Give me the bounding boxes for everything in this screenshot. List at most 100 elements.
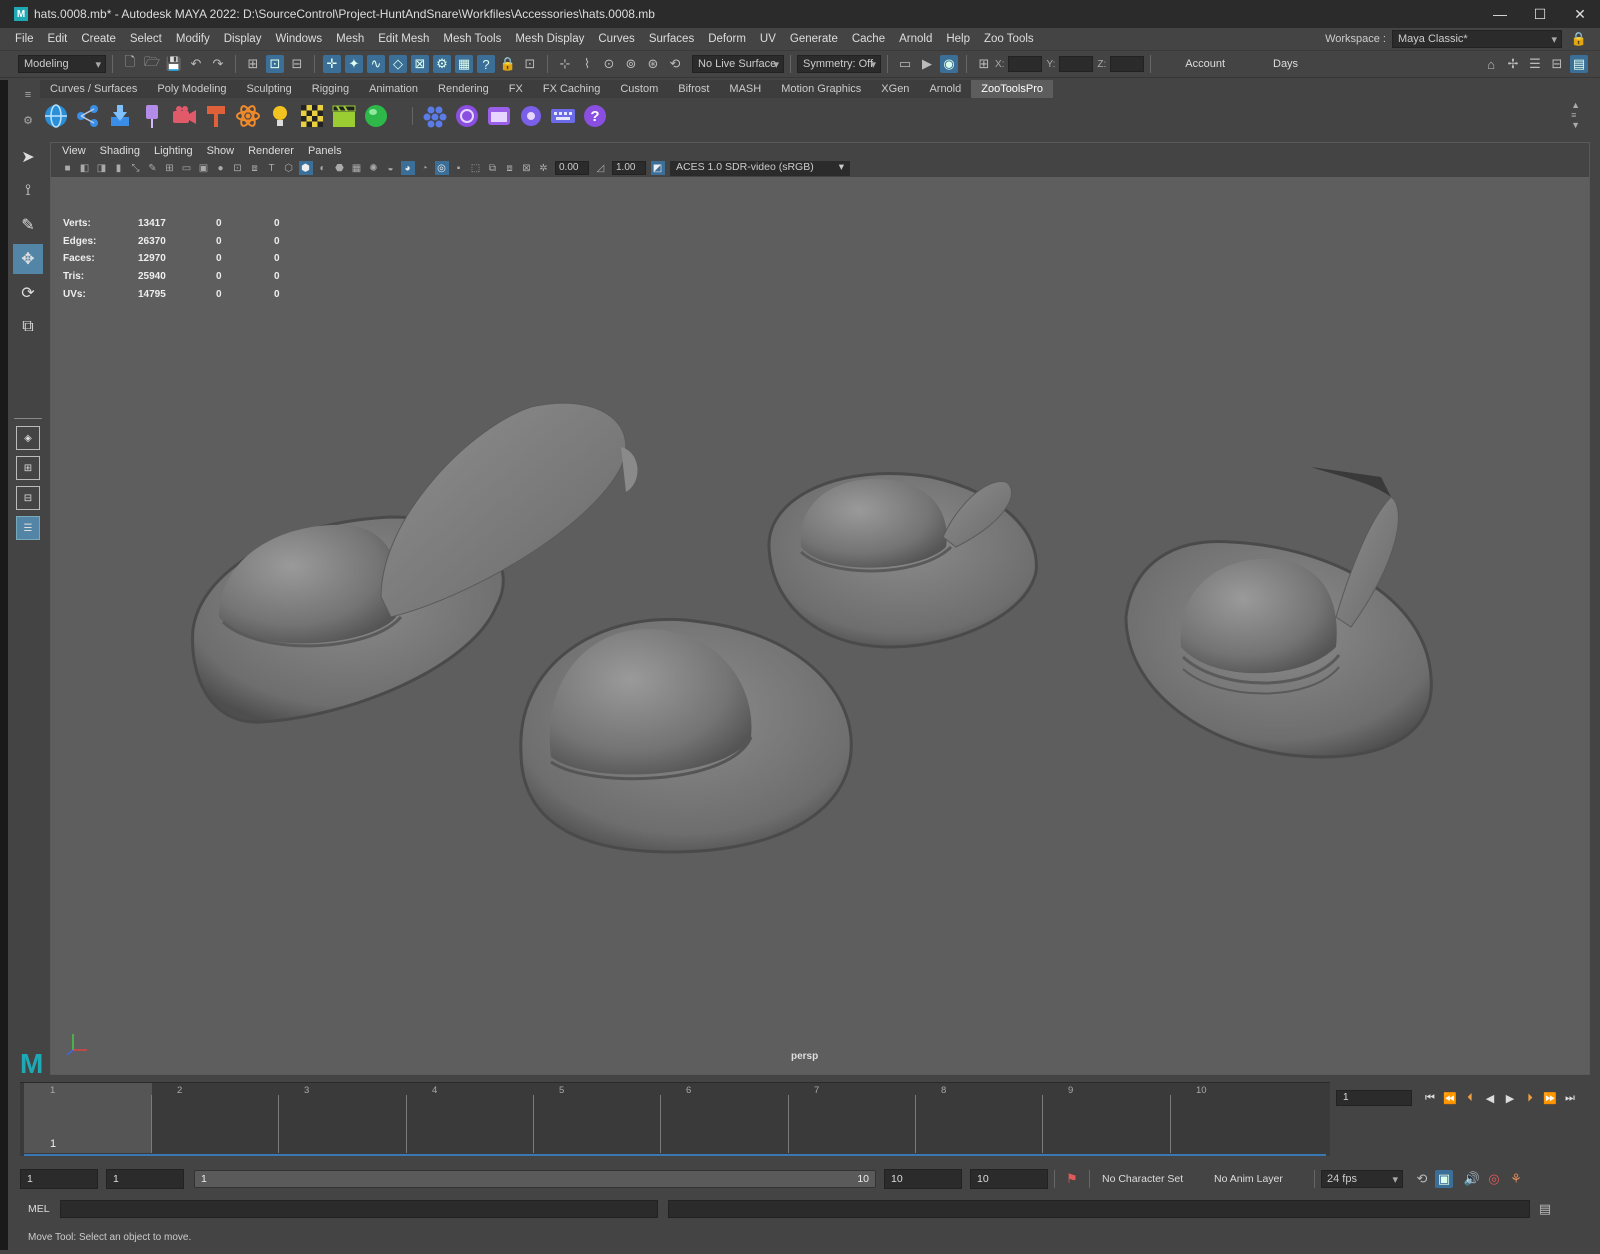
- menu-surfaces[interactable]: Surfaces: [642, 33, 701, 45]
- mask-handles-icon[interactable]: ✛: [323, 55, 341, 73]
- snap-view-plane-icon[interactable]: ⊚: [622, 55, 640, 73]
- swirl-icon[interactable]: [453, 102, 481, 130]
- minimize-button[interactable]: —: [1480, 0, 1520, 28]
- time-slider[interactable]: 1 2 3 4 5 6 7 8 9 10 1: [20, 1082, 1330, 1156]
- running-man-icon[interactable]: ⚘: [1507, 1170, 1525, 1188]
- menu-mesh-tools[interactable]: Mesh Tools: [436, 33, 508, 45]
- view-transform-dropdown[interactable]: ACES 1.0 SDR-video (sRGB): [670, 160, 850, 176]
- shelf-tab-fx-caching[interactable]: FX Caching: [532, 80, 611, 98]
- mask-rendering-icon[interactable]: ▦: [455, 55, 473, 73]
- play-forwards-icon[interactable]: ▶: [1500, 1090, 1520, 1106]
- menu-generate[interactable]: Generate: [783, 33, 845, 45]
- command-input[interactable]: [60, 1200, 658, 1218]
- highlight-selection-icon[interactable]: ⊡: [521, 55, 539, 73]
- grease-pencil-icon[interactable]: ✎: [146, 161, 160, 175]
- menu-cache[interactable]: Cache: [845, 33, 892, 45]
- mask-deformations-icon[interactable]: ⊠: [411, 55, 429, 73]
- shelf-tab-animation[interactable]: Animation: [359, 80, 429, 98]
- menu-modify[interactable]: Modify: [169, 33, 217, 45]
- script-editor-icon[interactable]: ▤: [1536, 1200, 1554, 1218]
- shelf-tab-custom[interactable]: Custom: [610, 80, 669, 98]
- menu-zoo-tools[interactable]: Zoo Tools: [977, 33, 1041, 45]
- symmetry-dropdown[interactable]: Symmetry: Off: [797, 55, 881, 73]
- hat-small-feather[interactable]: [767, 472, 1038, 649]
- menu-mesh[interactable]: Mesh: [329, 33, 371, 45]
- use-all-lights-icon[interactable]: ✺: [367, 161, 381, 175]
- go-to-start-icon[interactable]: ⏮: [1420, 1090, 1440, 1106]
- clapper-icon[interactable]: [330, 102, 358, 130]
- channel-box-icon[interactable]: ▤: [1570, 55, 1588, 73]
- shelf-tab-bifrost[interactable]: Bifrost: [668, 80, 720, 98]
- current-frame-field[interactable]: 1: [1336, 1090, 1412, 1106]
- shelf-tab-fx[interactable]: FX: [498, 80, 533, 98]
- go-to-end-icon[interactable]: ⏭: [1560, 1090, 1580, 1106]
- menu-uv[interactable]: UV: [753, 33, 783, 45]
- auto-key-icon[interactable]: ⚑: [1063, 1170, 1081, 1188]
- xray-components-icon[interactable]: ⊠: [520, 161, 534, 175]
- gamma-field[interactable]: 1.00: [612, 161, 646, 175]
- persp-viewport[interactable]: Verts: 13417 0 0 Edges: 26370 0 0 Faces:…: [51, 177, 1589, 1074]
- help-icon[interactable]: ?: [581, 102, 609, 130]
- pin-icon[interactable]: [138, 102, 166, 130]
- sound-icon[interactable]: 🔊: [1463, 1170, 1481, 1188]
- shelf-tab-xgen[interactable]: XGen: [871, 80, 920, 98]
- x-field[interactable]: [1008, 56, 1043, 72]
- cache-playback-icon[interactable]: ▣: [1435, 1170, 1453, 1188]
- depth-of-field-icon[interactable]: ▪: [452, 161, 466, 175]
- menu-select[interactable]: Select: [123, 33, 169, 45]
- four-view-layout-icon[interactable]: ⊞: [16, 456, 40, 480]
- hammer-icon[interactable]: [202, 102, 230, 130]
- anim-layer-dropdown[interactable]: No Anim Layer: [1208, 1173, 1308, 1185]
- playback-end-field[interactable]: 10: [884, 1169, 962, 1189]
- character-controls-icon[interactable]: ✢: [1504, 55, 1522, 73]
- step-back-key-icon[interactable]: ⏪: [1440, 1090, 1460, 1106]
- shelf-tab-motion-graphics[interactable]: Motion Graphics: [771, 80, 872, 98]
- paint-select-icon[interactable]: ✎: [13, 210, 43, 240]
- safe-title-icon[interactable]: T: [265, 161, 279, 175]
- ipr-render-icon[interactable]: ◉: [940, 55, 958, 73]
- save-scene-icon[interactable]: 💾: [165, 55, 183, 73]
- camera-icon[interactable]: [170, 102, 198, 130]
- make-live-icon[interactable]: ⟲: [666, 55, 684, 73]
- panel-menu-lighting[interactable]: Lighting: [147, 145, 200, 157]
- shelf-tab-rigging[interactable]: Rigging: [301, 80, 360, 98]
- atom-icon[interactable]: [234, 102, 262, 130]
- close-button[interactable]: ✕: [1560, 0, 1600, 28]
- snap-curve-icon[interactable]: ⌇: [578, 55, 596, 73]
- sphere-icon[interactable]: [362, 102, 390, 130]
- outliner-layout-icon[interactable]: ☰: [16, 516, 40, 540]
- shelf-tab-sculpting[interactable]: Sculpting: [236, 80, 302, 98]
- menu-curves[interactable]: Curves: [591, 33, 641, 45]
- resolution-gate-icon[interactable]: ▣: [197, 161, 211, 175]
- wireframe-on-shaded-icon[interactable]: ⬣: [333, 161, 347, 175]
- two-view-layout-icon[interactable]: ⊟: [16, 486, 40, 510]
- shelf-tab-rendering[interactable]: Rendering: [428, 80, 499, 98]
- animation-start-field[interactable]: 1: [20, 1169, 98, 1189]
- menu-arnold[interactable]: Arnold: [892, 33, 939, 45]
- panel-menu-show[interactable]: Show: [200, 145, 242, 157]
- redo-icon[interactable]: ↷: [209, 55, 227, 73]
- live-surface-field[interactable]: No Live Surface: [692, 55, 784, 73]
- bookmark-icon[interactable]: ◨: [95, 161, 109, 175]
- mask-curves-icon[interactable]: ∿: [367, 55, 385, 73]
- window-icon[interactable]: [485, 102, 513, 130]
- menu-file[interactable]: File: [8, 33, 41, 45]
- hex-icon[interactable]: [421, 102, 449, 130]
- select-tool-icon[interactable]: ➤: [13, 142, 43, 172]
- grid-icon[interactable]: ⊞: [163, 161, 177, 175]
- menu-edit[interactable]: Edit: [41, 33, 75, 45]
- select-component-icon[interactable]: ⊟: [288, 55, 306, 73]
- z-field[interactable]: [1110, 56, 1145, 72]
- animation-end-field[interactable]: 10: [970, 1169, 1048, 1189]
- field-chart-icon[interactable]: ⊡: [231, 161, 245, 175]
- mask-surfaces-icon[interactable]: ◇: [389, 55, 407, 73]
- exposure-icon[interactable]: ✲: [537, 161, 551, 175]
- lock-selection-icon[interactable]: 🔒: [499, 55, 517, 73]
- shadows-icon[interactable]: ◒: [384, 161, 398, 175]
- shelf-scroll-down-icon[interactable]: ▼: [1571, 120, 1580, 130]
- shelf-settings-icon[interactable]: ⚙: [23, 114, 33, 127]
- tool-settings-icon[interactable]: ⊟: [1548, 55, 1566, 73]
- hat-plume[interactable]: [1124, 467, 1433, 759]
- single-view-layout-icon[interactable]: ◈: [16, 426, 40, 450]
- menu-edit-mesh[interactable]: Edit Mesh: [371, 33, 436, 45]
